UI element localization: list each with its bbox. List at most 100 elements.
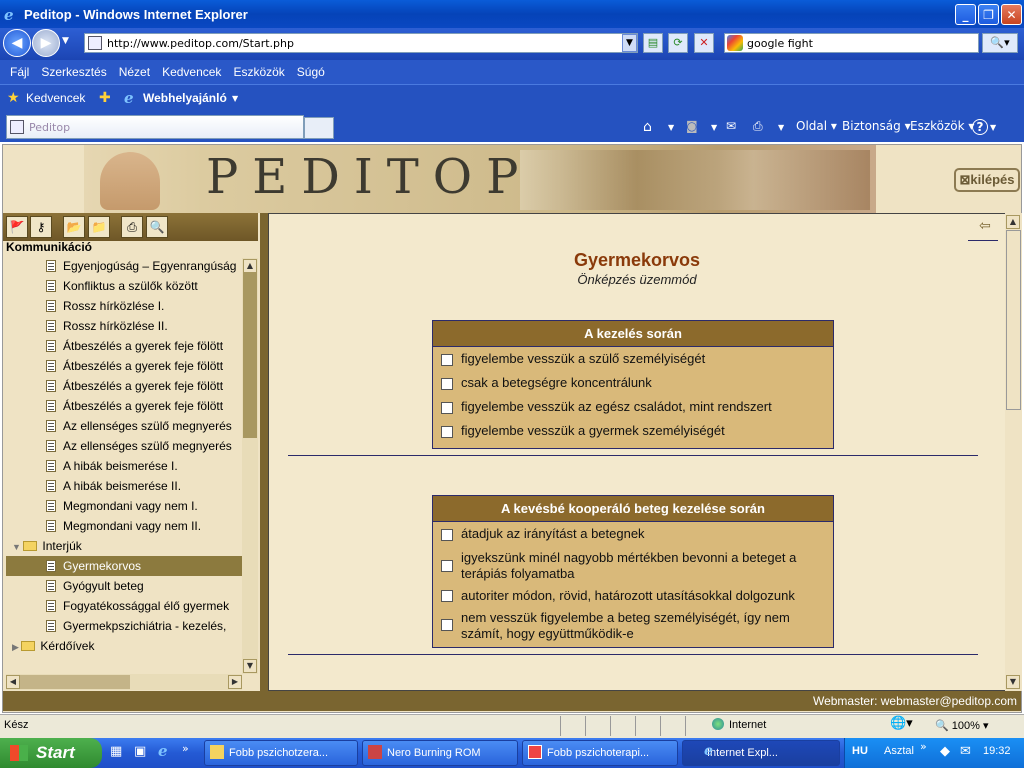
option-checkbox[interactable]: [441, 378, 453, 390]
tray-more-icon[interactable]: »: [920, 740, 927, 753]
option-row[interactable]: igyekszünk minél nagyobb mértékben bevon…: [433, 547, 833, 585]
menu-view[interactable]: Nézet: [113, 65, 156, 79]
content-scroll-up-icon[interactable]: ▲: [1006, 215, 1020, 229]
quicklaunch-explorer-icon[interactable]: ▦: [110, 744, 122, 759]
zoom-control[interactable]: 🔍 100% ▾: [935, 719, 988, 732]
sidebar-scroll-up-icon[interactable]: ▲: [243, 259, 257, 273]
sidebar-scroll-left-icon[interactable]: ◀: [6, 675, 20, 689]
logout-button[interactable]: ⊠kilépés: [954, 168, 1020, 192]
content-scroll-down-icon[interactable]: ▼: [1006, 675, 1020, 689]
language-indicator[interactable]: HU: [852, 745, 868, 757]
sidebar-tree-item[interactable]: Átbeszélés a gyerek feje fölött: [6, 336, 242, 356]
content-vertical-thumb[interactable]: [1006, 230, 1021, 410]
expand-icon[interactable]: ▶: [12, 642, 21, 652]
search-input[interactable]: google fight: [724, 33, 979, 53]
sidebar-tree-item[interactable]: Rossz hírközlése II.: [6, 316, 242, 336]
printer-icon[interactable]: ⎙: [121, 216, 143, 238]
menu-help[interactable]: Súgó: [291, 65, 331, 79]
sidebar-tree-item[interactable]: Gyermekpszichiátria - kezelés,: [6, 616, 242, 636]
sidebar-tree-item[interactable]: Átbeszélés a gyerek feje fölött: [6, 396, 242, 416]
taskbar-item-document[interactable]: Fobb pszichoterapi...: [522, 740, 678, 766]
address-input[interactable]: http://www.peditop.com/Start.php: [84, 33, 638, 53]
option-row[interactable]: autoriter módon, rövid, határozott utasí…: [433, 585, 833, 607]
favorites-button[interactable]: Kedvencek: [26, 91, 85, 105]
tools-menu[interactable]: Eszközök ▾: [910, 119, 974, 133]
suggested-dropdown-icon[interactable]: ▼: [232, 94, 238, 103]
option-row[interactable]: nem vesszük figyelembe a beteg személyis…: [433, 607, 833, 643]
print-dropdown-icon[interactable]: ▼: [778, 123, 784, 132]
refresh-icon[interactable]: ⟳: [668, 33, 688, 53]
home-icon[interactable]: ⌂: [643, 119, 652, 135]
address-dropdown-button[interactable]: ▼: [622, 34, 637, 52]
minimize-button[interactable]: _: [955, 4, 976, 25]
search-button[interactable]: 🔍▾: [982, 33, 1018, 53]
option-row[interactable]: figyelembe vesszük a szülő személyiségét: [433, 348, 833, 372]
stop-icon[interactable]: ✕: [694, 33, 714, 53]
history-dropdown-icon[interactable]: ▼: [62, 36, 69, 46]
sidebar-tree-item[interactable]: A hibák beismerése II.: [6, 476, 242, 496]
restore-button[interactable]: ❐: [978, 4, 999, 25]
option-checkbox[interactable]: [441, 529, 453, 541]
option-checkbox[interactable]: [441, 590, 453, 602]
help-icon[interactable]: ?: [972, 119, 988, 135]
option-checkbox[interactable]: [441, 426, 453, 438]
window-titlebar[interactable]: e Peditop - Windows Internet Explorer: [0, 0, 1024, 28]
search-tool-icon[interactable]: 🔍: [146, 216, 168, 238]
option-row[interactable]: átadjuk az irányítást a betegnek: [433, 523, 833, 547]
suggested-sites-button[interactable]: Webhelyajánló: [143, 91, 227, 105]
add-favorite-icon[interactable]: ✚: [99, 90, 111, 106]
sidebar-tree-item[interactable]: Átbeszélés a gyerek feje fölött: [6, 356, 242, 376]
frame-divider[interactable]: [260, 213, 268, 691]
option-checkbox[interactable]: [441, 560, 453, 572]
menu-favorites[interactable]: Kedvencek: [156, 65, 227, 79]
forward-button[interactable]: ▶: [32, 29, 60, 57]
collapse-icon[interactable]: ▼: [12, 542, 23, 552]
option-checkbox[interactable]: [441, 619, 453, 631]
page-menu[interactable]: Oldal ▾: [796, 119, 837, 133]
key-tool-icon[interactable]: ⚷: [30, 216, 52, 238]
taskbar-item-nero[interactable]: Nero Burning ROM: [362, 740, 518, 766]
menu-tools[interactable]: Eszközök: [227, 65, 290, 79]
open-folder-icon[interactable]: 📂: [63, 216, 85, 238]
option-row[interactable]: figyelembe vesszük az egész családot, mi…: [433, 396, 833, 420]
menu-file[interactable]: Fájl: [4, 65, 35, 79]
sidebar-tree-item[interactable]: ▼ Interjúk: [6, 536, 242, 556]
back-arrow-icon[interactable]: ⇦: [979, 218, 991, 234]
option-row[interactable]: figyelembe vesszük a gyermek személyiség…: [433, 420, 833, 444]
desktop-toolbar[interactable]: Asztal: [884, 745, 914, 757]
close-button[interactable]: ✕: [1001, 4, 1022, 25]
sidebar-horizontal-thumb[interactable]: [20, 675, 130, 689]
tab-peditop[interactable]: Peditop: [6, 115, 304, 139]
protected-mode-icon[interactable]: 🌐▾: [890, 716, 913, 731]
feeds-dropdown-icon[interactable]: ▼: [711, 123, 717, 132]
folder-icon[interactable]: 📁: [88, 216, 110, 238]
taskbar-item-folder[interactable]: Fobb pszichotzera...: [204, 740, 358, 766]
sidebar-tree-item[interactable]: Gyermekorvos: [6, 556, 242, 576]
tray-mail-icon[interactable]: ✉: [960, 744, 971, 759]
sidebar-scroll-right-icon[interactable]: ▶: [228, 675, 242, 689]
tray-network-icon[interactable]: ◆: [940, 744, 950, 759]
option-checkbox[interactable]: [441, 354, 453, 366]
sidebar-tree-item[interactable]: Átbeszélés a gyerek feje fölött: [6, 376, 242, 396]
start-button[interactable]: Start: [0, 738, 102, 768]
bookmark-tool-icon[interactable]: 🚩: [6, 216, 28, 238]
feeds-icon[interactable]: ◙: [686, 119, 698, 133]
sidebar-tree-item[interactable]: Az ellenséges szülő megnyerés: [6, 416, 242, 436]
compatibility-icon[interactable]: ▤: [643, 33, 663, 53]
new-tab-button[interactable]: [304, 117, 334, 139]
sidebar-tree-item[interactable]: A hibák beismerése I.: [6, 456, 242, 476]
quicklaunch-app-icon[interactable]: ▣: [134, 744, 146, 759]
sidebar-tree-item[interactable]: Konfliktus a szülők között: [6, 276, 242, 296]
option-row[interactable]: csak a betegségre koncentrálunk: [433, 372, 833, 396]
sidebar-scroll-down-icon[interactable]: ▼: [243, 659, 257, 673]
sidebar-tree-item[interactable]: Megmondani vagy nem I.: [6, 496, 242, 516]
home-dropdown-icon[interactable]: ▼: [668, 123, 674, 132]
option-checkbox[interactable]: [441, 402, 453, 414]
sidebar-tree-item[interactable]: Rossz hírközlése I.: [6, 296, 242, 316]
mail-icon[interactable]: ✉: [726, 119, 736, 133]
sidebar-tree-item[interactable]: Az ellenséges szülő megnyerés: [6, 436, 242, 456]
sidebar-tree-item[interactable]: ▶ Kérdőívek: [6, 636, 242, 656]
menu-edit[interactable]: Szerkesztés: [35, 65, 112, 79]
quicklaunch-more-icon[interactable]: »: [182, 742, 189, 755]
quicklaunch-ie-icon[interactable]: e: [158, 742, 168, 760]
